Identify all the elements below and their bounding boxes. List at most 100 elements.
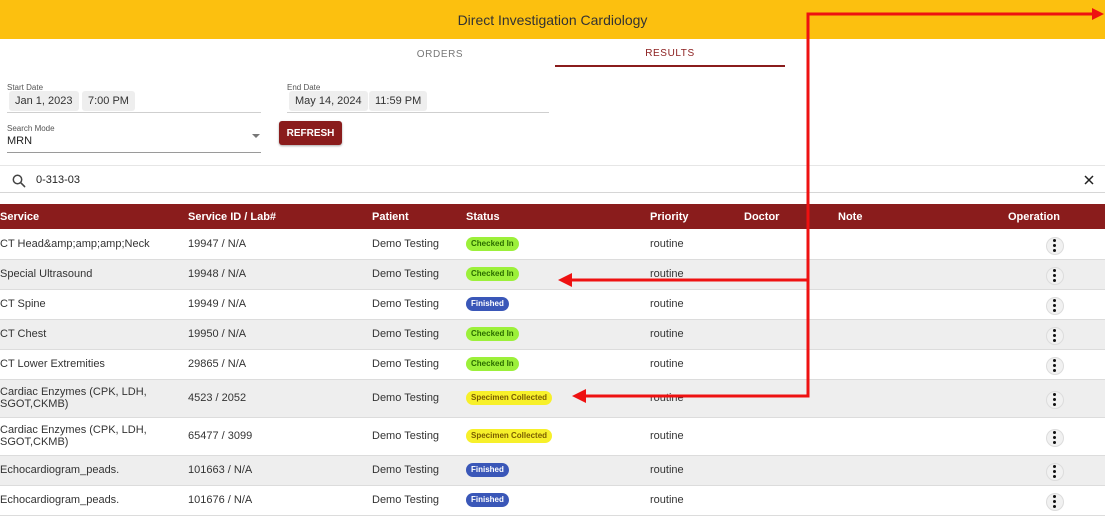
patient-cell-text: Demo Testing: [372, 494, 440, 506]
priority-cell-text: routine: [650, 494, 684, 506]
priority-cell: routine: [646, 259, 740, 290]
patient-cell-text: Demo Testing: [372, 358, 440, 370]
more-vert-icon[interactable]: [1045, 492, 1064, 511]
patient-cell: Demo Testing: [368, 229, 462, 260]
status-badge: Checked In: [466, 357, 519, 371]
service-cell-text: CT Chest: [0, 328, 47, 340]
priority-cell-text: routine: [650, 464, 684, 476]
page-title: Direct Investigation Cardiology: [457, 11, 648, 28]
patient-cell-text: Demo Testing: [372, 392, 440, 404]
end-time-picker[interactable]: 11:59 PM: [369, 91, 428, 111]
status-cell: Specimen Collected: [462, 379, 646, 418]
priority-cell-text: routine: [650, 237, 684, 250]
priority-cell: routine: [646, 349, 740, 380]
more-vert-icon[interactable]: [1045, 428, 1064, 447]
column-header-operation: Operation: [1008, 210, 1060, 223]
status-badge: Finished: [466, 493, 509, 507]
table-row[interactable]: Echocardiogram_peads. 101676 / N/A Demo Te…: [0, 485, 1105, 516]
status-cell: Finished: [462, 289, 646, 320]
status-cell: Checked In: [462, 349, 646, 380]
patient-cell: Demo Testing: [368, 289, 462, 320]
table-row[interactable]: CT Lower Extremities 29865 / N/A Demo Test…: [0, 349, 1105, 380]
patient-cell: Demo Testing: [368, 485, 462, 516]
close-icon[interactable]: [1082, 173, 1096, 187]
patient-cell: Demo Testing: [368, 319, 462, 350]
column-header-service[interactable]: Service: [0, 204, 184, 229]
operation-cell: [1004, 349, 1105, 380]
doctor-cell: [740, 485, 834, 516]
service-cell-text: Echocardiogram_peads.: [0, 494, 120, 506]
service-cell-text: Echocardiogram_peads.: [0, 464, 120, 476]
service-id-cell-text: 65477 / 3099: [188, 430, 253, 442]
search-mode-underline: [7, 152, 261, 153]
start-date-underline: [7, 112, 261, 113]
tab-orders[interactable]: ORDERS: [325, 41, 555, 67]
table-row[interactable]: Echocardiogram_peads. 101663 / N/A Demo Te…: [0, 455, 1105, 486]
note-cell: [834, 379, 1004, 418]
priority-cell: routine: [646, 319, 740, 350]
priority-cell: routine: [646, 379, 740, 418]
doctor-cell: [740, 417, 834, 456]
patient-cell-text: Demo Testing: [372, 328, 440, 340]
column-header-service-id[interactable]: Service ID / Lab#: [184, 204, 368, 229]
service-id-cell-text: 29865 / N/A: [188, 358, 247, 370]
end-date-picker[interactable]: May 14, 2024: [289, 91, 368, 111]
service-id-cell: 101663 / N/A: [184, 455, 368, 486]
service-cell: CT Head&amp;amp;amp;Neck: [0, 229, 184, 260]
patient-cell: Demo Testing: [368, 379, 462, 418]
operation-cell: [1004, 319, 1105, 350]
priority-cell-text: routine: [650, 298, 684, 310]
service-id-cell: 19949 / N/A: [184, 289, 368, 320]
refresh-button[interactable]: REFRESH: [279, 121, 342, 145]
start-date-picker[interactable]: Jan 1, 2023: [9, 91, 79, 111]
note-cell: [834, 417, 1004, 456]
tab-results[interactable]: RESULTS: [555, 41, 785, 67]
more-vert-icon[interactable]: [1045, 390, 1064, 409]
service-id-cell: 101676 / N/A: [184, 485, 368, 516]
status-badge: Checked In: [466, 327, 519, 341]
search-bar: [0, 165, 1105, 193]
more-vert-icon[interactable]: [1045, 266, 1064, 285]
service-cell: Cardiac Enzymes (CPK, LDH, SGOT,CKMB): [0, 379, 184, 418]
patient-cell: Demo Testing: [368, 455, 462, 486]
search-mode-select[interactable]: MRN: [7, 135, 32, 147]
table-row[interactable]: Cardiac Enzymes (CPK, LDH, SGOT,CKMB) 452…: [0, 379, 1105, 418]
app-title-bar: Direct Investigation Cardiology: [0, 0, 1105, 39]
priority-cell: routine: [646, 289, 740, 320]
column-header-note[interactable]: Note: [834, 204, 1004, 229]
table-row[interactable]: CT Chest 19950 / N/A Demo Testing Checked I…: [0, 319, 1105, 350]
table-row[interactable]: Cardiac Enzymes (CPK, LDH, SGOT,CKMB) 654…: [0, 417, 1105, 456]
column-header-patient[interactable]: Patient: [368, 204, 462, 229]
start-time-picker[interactable]: 7:00 PM: [82, 91, 135, 111]
service-id-cell: 29865 / N/A: [184, 349, 368, 380]
more-vert-icon[interactable]: [1045, 462, 1064, 481]
operation-cell: [1004, 259, 1105, 290]
more-vert-icon[interactable]: [1045, 296, 1064, 315]
more-vert-icon[interactable]: [1045, 326, 1064, 345]
service-id-cell: 65477 / 3099: [184, 417, 368, 456]
service-id-cell-text: 101663 / N/A: [188, 464, 253, 476]
column-header-status[interactable]: Status: [462, 204, 646, 229]
more-vert-icon[interactable]: [1045, 356, 1064, 375]
results-table: Service Service ID / Lab# Patient Status…: [0, 204, 1105, 516]
status-cell: Checked In: [462, 319, 646, 350]
service-cell: Special Ultrasound: [0, 259, 184, 290]
more-vert-icon[interactable]: [1045, 236, 1064, 255]
search-input[interactable]: [36, 171, 1036, 189]
chevron-down-icon[interactable]: [252, 134, 260, 138]
patient-cell: Demo Testing: [368, 259, 462, 290]
service-cell-text: Cardiac Enzymes (CPK, LDH, SGOT,CKMB): [0, 424, 147, 448]
priority-cell: routine: [646, 485, 740, 516]
column-header-priority[interactable]: Priority: [646, 204, 740, 229]
search-icon: [12, 174, 26, 188]
patient-cell: Demo Testing: [368, 417, 462, 456]
table-header-row: Service Service ID / Lab# Patient Status…: [0, 204, 1105, 229]
status-badge: Checked In: [466, 236, 519, 251]
table-row[interactable]: Special Ultrasound 19948 / N/A Demo Testin…: [0, 259, 1105, 290]
column-header-doctor[interactable]: Doctor: [740, 204, 834, 229]
status-badge: Specimen Collected: [466, 429, 553, 443]
status-badge: Finished: [466, 463, 509, 477]
priority-cell-text: routine: [650, 358, 684, 370]
table-row[interactable]: CT Head&amp;amp;amp;Neck 19947 / N/A Demo …: [0, 229, 1105, 260]
table-row[interactable]: CT Spine 19949 / N/A Demo Testing Finished r…: [0, 289, 1105, 320]
